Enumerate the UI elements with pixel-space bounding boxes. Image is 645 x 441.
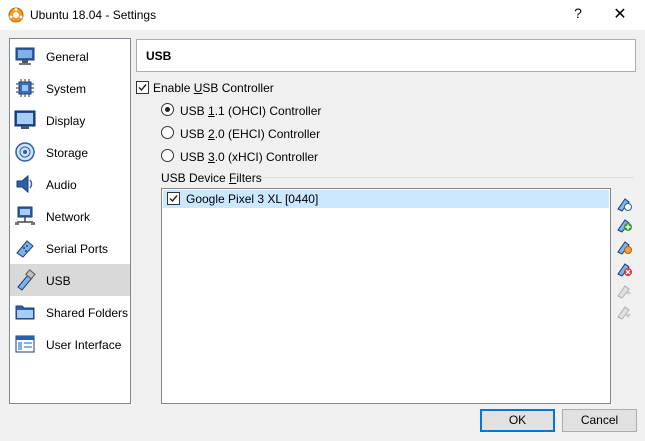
- sidebar-item-display[interactable]: Display: [10, 104, 130, 136]
- title-bar: Ubuntu 18.04 - Settings ? ✕: [0, 0, 645, 30]
- display-icon: [14, 110, 36, 129]
- sidebar-item-label: Display: [46, 114, 86, 128]
- usb-3-0-label[interactable]: USB 3.0 (xHCI) Controller: [180, 150, 318, 164]
- sidebar-item-label: User Interface: [46, 338, 122, 352]
- sidebar-item-label: System: [46, 82, 87, 96]
- enable-usb-controller-label[interactable]: Enable USB Controller: [153, 81, 274, 95]
- list-item[interactable]: Google Pixel 3 XL [0440]: [163, 190, 609, 208]
- help-button[interactable]: ?: [572, 5, 584, 21]
- sidebar-item-label: Audio: [46, 178, 77, 192]
- radio-dot: [165, 107, 170, 112]
- add-filter-from-device-icon[interactable]: [615, 215, 633, 233]
- serial-port-icon: [16, 240, 34, 258]
- add-empty-filter-icon[interactable]: [615, 194, 633, 212]
- sidebar-item-general[interactable]: General: [10, 40, 130, 72]
- remove-filter-icon[interactable]: [615, 259, 633, 277]
- speaker-icon: [16, 174, 33, 194]
- sidebar-item-shared-folders[interactable]: Shared Folders: [10, 296, 130, 328]
- sidebar-item-label: Network: [46, 210, 91, 224]
- usb-1-1-radio[interactable]: [161, 103, 174, 116]
- sidebar-item-audio[interactable]: Audio: [10, 168, 130, 200]
- sidebar-item-network[interactable]: Network: [10, 200, 130, 232]
- sidebar-item-label: USB: [46, 274, 71, 288]
- filter-enabled-checkbox[interactable]: [167, 192, 180, 205]
- usb-1-1-label[interactable]: USB 1.1 (OHCI) Controller: [180, 104, 321, 118]
- sidebar-item-label: Serial Ports: [46, 242, 109, 256]
- checkmark-icon: [169, 195, 178, 203]
- edit-filter-icon[interactable]: [615, 237, 633, 255]
- user-interface-icon: [15, 335, 35, 353]
- shared-folder-icon: [15, 305, 35, 320]
- sidebar-item-label: General: [46, 50, 89, 64]
- sidebar-item-label: Storage: [46, 146, 89, 160]
- close-button[interactable]: ✕: [612, 4, 628, 24]
- usb-device-filters-label: USB Device Filters: [161, 171, 262, 185]
- chip-icon: [16, 79, 34, 97]
- usb-filter-list[interactable]: Google Pixel 3 XL [0440]: [161, 188, 611, 404]
- move-filter-up-icon: [617, 285, 631, 299]
- cancel-button[interactable]: Cancel: [562, 409, 637, 432]
- group-divider: [258, 177, 634, 178]
- ok-button[interactable]: OK: [480, 409, 555, 432]
- network-icon: [15, 206, 35, 225]
- usb-2-0-label[interactable]: USB 2.0 (EHCI) Controller: [180, 127, 320, 141]
- sidebar-item-serial-ports[interactable]: Serial Ports: [10, 232, 130, 264]
- settings-sidebar: General System Display Storage Audio Net…: [9, 38, 131, 404]
- usb-icon: [17, 269, 36, 291]
- sidebar-item-usb[interactable]: USB: [10, 264, 130, 296]
- storage-disc-icon: [15, 142, 35, 162]
- usb-3-0-radio[interactable]: [161, 149, 174, 162]
- filter-name: Google Pixel 3 XL [0440]: [186, 192, 319, 206]
- sidebar-item-storage[interactable]: Storage: [10, 136, 130, 168]
- checkmark-icon: [138, 84, 147, 92]
- sidebar-item-label: Shared Folders: [46, 306, 129, 320]
- section-header: USB: [136, 39, 636, 72]
- enable-usb-controller-checkbox[interactable]: [136, 81, 149, 94]
- usb-2-0-radio[interactable]: [161, 126, 174, 139]
- page-title: USB: [146, 49, 172, 63]
- sidebar-item-system[interactable]: System: [10, 72, 130, 104]
- move-filter-down-icon: [617, 306, 631, 320]
- window-title: Ubuntu 18.04 - Settings: [30, 8, 157, 22]
- virtualbox-icon: [8, 7, 24, 23]
- monitor-icon: [15, 47, 35, 65]
- sidebar-item-user-interface[interactable]: User Interface: [10, 328, 130, 360]
